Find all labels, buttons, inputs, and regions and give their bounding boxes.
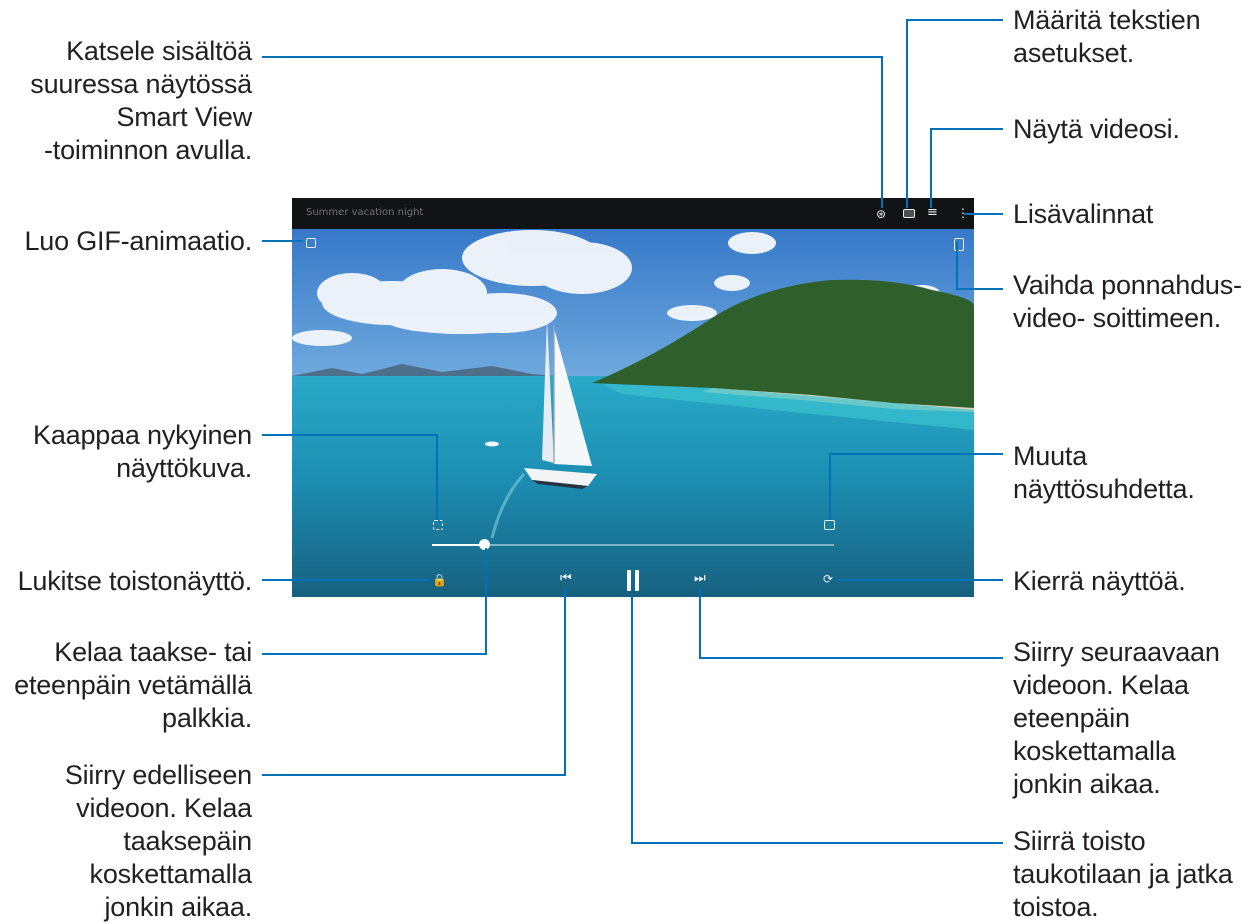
leader-capture <box>262 434 438 520</box>
leader-smart-view <box>262 56 883 208</box>
leader-lines <box>262 19 1003 844</box>
leader-next <box>699 588 1003 659</box>
leader-previous <box>262 588 566 776</box>
leader-subtitles <box>906 19 1003 208</box>
leader-ratio <box>829 453 1003 520</box>
leader-popup <box>956 242 1003 290</box>
leader-pause <box>631 596 1003 844</box>
leader-seek <box>262 548 487 655</box>
leader-my-videos <box>930 128 1003 208</box>
